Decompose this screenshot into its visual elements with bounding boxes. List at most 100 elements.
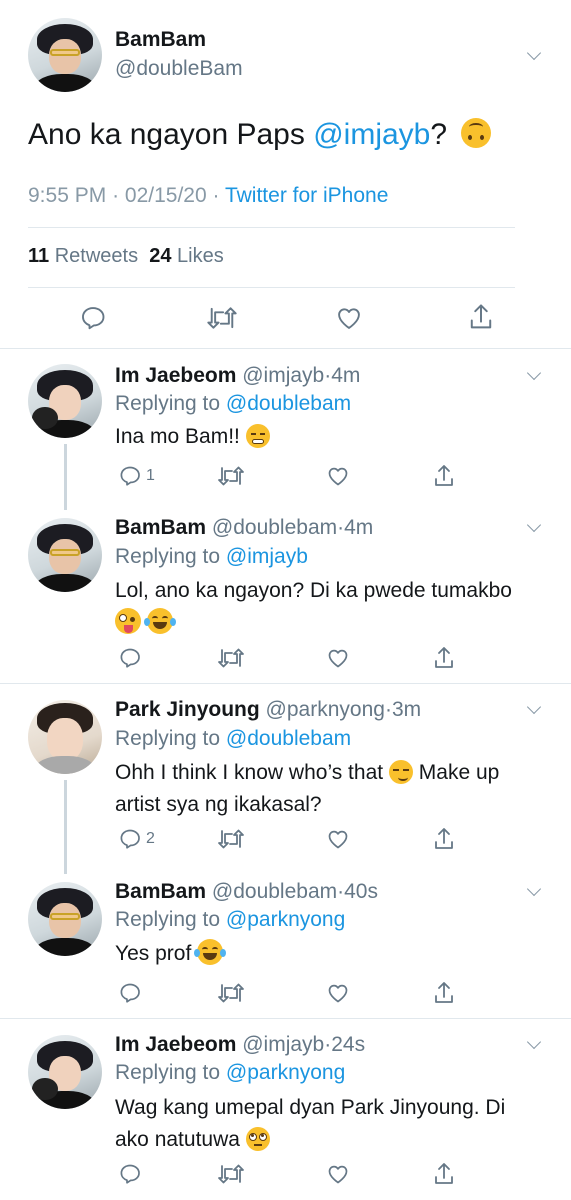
share-icon [435, 828, 453, 849]
divider [0, 683, 571, 684]
retweet-button[interactable] [217, 464, 245, 488]
avatar-bambam[interactable] [28, 882, 102, 956]
retweet-icon [218, 1164, 244, 1184]
reply-icon [120, 648, 140, 668]
main-tweet-author-name[interactable]: BamBam [115, 28, 206, 52]
reply-time: 3m [391, 698, 422, 721]
avatar-bambam[interactable] [28, 18, 102, 92]
like-icon [328, 830, 348, 849]
retweet-icon [218, 466, 244, 486]
retweet-button[interactable] [217, 1162, 245, 1186]
retweets-stat[interactable]: 11 Retweets [28, 245, 138, 267]
like-button[interactable] [326, 827, 350, 851]
share-button[interactable] [432, 463, 456, 489]
share-icon [470, 304, 492, 329]
avatar-park-jinyoung[interactable] [28, 700, 102, 774]
share-button[interactable] [432, 980, 456, 1006]
reply-text: Lol, ano ka ngayon? Di ka pwede tumakbo [115, 575, 555, 639]
chevron-down-icon[interactable] [526, 699, 542, 715]
tweet-source-link[interactable]: Twitter for iPhone [225, 184, 388, 207]
reply-button[interactable] [118, 1162, 146, 1186]
reply-text: Wag kang umepal dyan Park Jinyoung. Di a… [115, 1096, 506, 1151]
reply-button[interactable] [79, 304, 107, 332]
share-button[interactable] [467, 302, 495, 332]
reply-text: Ohh I think I know who’s that Make up ar… [115, 760, 500, 816]
reply-button[interactable] [118, 981, 146, 1005]
retweet-button[interactable] [206, 304, 238, 332]
reply-author-handle: @doublebam [211, 516, 338, 539]
share-button[interactable] [432, 1161, 456, 1187]
like-button[interactable] [326, 981, 350, 1005]
mention-link[interactable]: @doublebam [226, 727, 351, 750]
reply-author-name[interactable]: BamBam @doublebam·4m [115, 516, 373, 540]
reply-time: 40s [344, 880, 378, 903]
triumph-face-emoji [245, 424, 270, 448]
chevron-down-icon[interactable] [526, 45, 542, 61]
smirking-face-emoji [388, 760, 413, 784]
mention-link[interactable]: @parknyong [226, 1061, 345, 1084]
upside-down-face-emoji [461, 118, 492, 148]
mention-link[interactable]: @imjayb [313, 118, 430, 151]
reply-time: 4m [344, 516, 374, 539]
share-button[interactable] [432, 826, 456, 852]
reply-author-name[interactable]: BamBam @doublebam·40s [115, 880, 378, 904]
like-icon [328, 1165, 348, 1184]
like-button[interactable] [326, 464, 350, 488]
thread-line [64, 444, 67, 510]
main-tweet-meta: 9:55 PM · 02/15/20 · Twitter for iPhone [28, 184, 389, 207]
likes-stat[interactable]: 24 Likes [149, 245, 224, 267]
reply-author-name[interactable]: Im Jaebeom @imjayb·24s [115, 1033, 365, 1057]
reply-button[interactable]: 2 [118, 827, 155, 851]
reply-author-handle: @imjayb [242, 1033, 325, 1056]
mention-link[interactable]: @doublebam [226, 392, 351, 415]
like-icon [328, 984, 348, 1003]
share-button[interactable] [432, 645, 456, 671]
divider [0, 348, 571, 349]
engagement-stats: 11 Retweets 24 Likes [28, 245, 224, 268]
reply-icon [120, 983, 140, 1003]
thread-line [64, 780, 67, 874]
replying-to: Replying to @doublebam [115, 392, 352, 415]
chevron-down-icon[interactable] [526, 365, 542, 381]
replying-to: Replying to @parknyong [115, 908, 346, 931]
retweet-icon [207, 307, 237, 329]
zany-face-emoji [115, 608, 141, 634]
retweet-icon [218, 829, 244, 849]
main-tweet-author-handle[interactable]: @doubleBam [115, 57, 243, 81]
reply-icon [82, 307, 105, 330]
like-button[interactable] [335, 304, 363, 332]
retweet-button[interactable] [217, 827, 245, 851]
reply-icon [120, 1164, 140, 1184]
reply-author-name[interactable]: Park Jinyoung @parknyong·3m [115, 698, 421, 722]
divider [28, 227, 515, 228]
reply-count: 2 [146, 830, 155, 847]
avatar-im-jaebeom[interactable] [28, 1035, 102, 1109]
reply-button[interactable]: 1 [118, 464, 155, 488]
reply-author-handle: @parknyong [265, 698, 385, 721]
chevron-down-icon[interactable] [526, 1034, 542, 1050]
mention-link[interactable]: @parknyong [226, 908, 345, 931]
like-icon [328, 467, 348, 486]
like-button[interactable] [326, 646, 350, 670]
reply-author-name[interactable]: Im Jaebeom @imjayb·4m [115, 364, 360, 388]
tears-of-joy-emoji [143, 608, 176, 634]
tears-of-joy-emoji [194, 939, 227, 965]
chevron-down-icon[interactable] [526, 881, 542, 897]
chevron-down-icon[interactable] [526, 517, 542, 533]
replying-to: Replying to @parknyong [115, 1061, 346, 1084]
share-icon [435, 1163, 453, 1184]
mention-link[interactable]: @imjayb [226, 545, 308, 568]
reply-text: Ina mo Bam!! [115, 421, 270, 453]
divider [28, 287, 515, 288]
like-button[interactable] [326, 1162, 350, 1186]
reply-time: 24s [331, 1033, 366, 1056]
retweet-button[interactable] [217, 981, 245, 1005]
retweet-button[interactable] [217, 646, 245, 670]
reply-icon [120, 466, 140, 486]
main-tweet-text: Ano ka ngayon Paps @imjayb? [28, 115, 492, 155]
avatar-bambam[interactable] [28, 518, 102, 592]
reply-button[interactable] [118, 646, 146, 670]
avatar-im-jaebeom[interactable] [28, 364, 102, 438]
reply-icon [120, 829, 140, 849]
share-icon [435, 982, 453, 1003]
